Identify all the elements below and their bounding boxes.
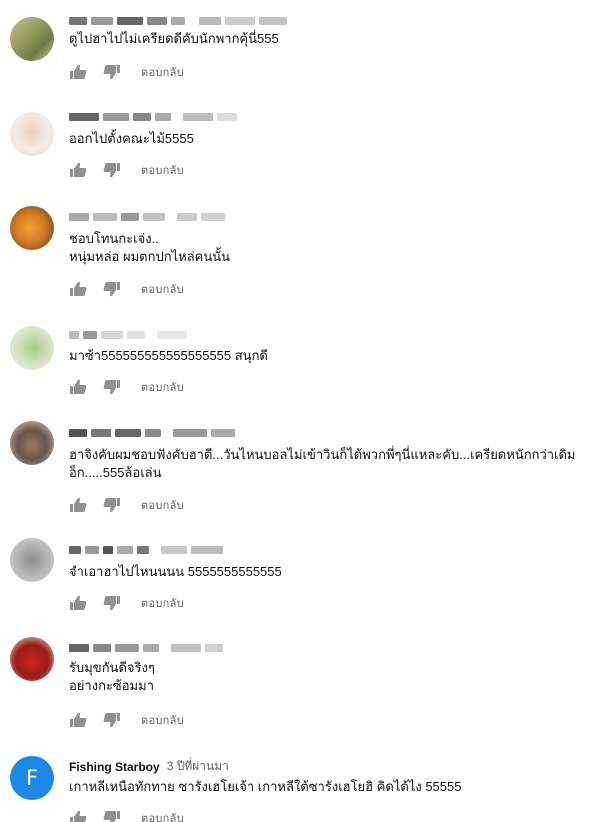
comment-actions: ตอบกลับ [69, 378, 184, 396]
thumb-down-icon[interactable] [103, 379, 121, 395]
timestamp-blurred [183, 112, 213, 121]
timestamp-blurred [171, 643, 201, 652]
comment-header [69, 639, 227, 657]
reply-button[interactable]: ตอบกลับ [141, 161, 184, 179]
avatar[interactable] [10, 538, 54, 582]
avatar[interactable] [10, 326, 54, 370]
thumb-down-icon[interactable] [103, 712, 121, 728]
comment-header [69, 424, 239, 442]
comment-line: อ็ก.....555ล้อเล่น [69, 465, 162, 480]
avatar[interactable] [10, 206, 54, 250]
thumb-down-icon[interactable] [103, 162, 121, 178]
thumb-down-icon[interactable] [103, 497, 121, 513]
reply-button[interactable]: ตอบกลับ [141, 809, 184, 822]
author-name-blurred[interactable] [69, 212, 89, 221]
comment-actions: ตอบกลับ [69, 63, 184, 81]
thumb-up-icon[interactable] [69, 64, 87, 80]
avatar[interactable] [10, 17, 54, 61]
comment-text: ดูไปฮาไปไม่เครียดดีคับนักพากคุ้นี่555 [69, 30, 279, 48]
thumb-up-icon[interactable] [69, 712, 87, 728]
comment-text: มาซ้า555555555555555555 สนุกดี [69, 347, 268, 365]
thumb-up-icon[interactable] [69, 379, 87, 395]
comment-actions: ตอบกลับ [69, 161, 184, 179]
comment-header: Fishing Starboy 3 ปีที่ผ่านมา [69, 757, 229, 775]
avatar[interactable]: F [10, 756, 54, 800]
timestamp-blurred [161, 545, 187, 554]
thumb-down-icon[interactable] [103, 595, 121, 611]
reply-button[interactable]: ตอบกลับ [141, 63, 184, 81]
comment-header [69, 12, 291, 30]
timestamp-blurred [173, 428, 207, 437]
thumb-up-icon[interactable] [69, 595, 87, 611]
comment-header [69, 541, 227, 559]
avatar[interactable] [10, 637, 54, 681]
thumb-down-icon[interactable] [103, 810, 121, 822]
comment-text: เกาหลีเหนือทักทาย ซารังเฮโยเจ้า เกาหลีใต… [69, 778, 461, 796]
comment-line: ชอบโทนกะเจ่ง.. [69, 231, 159, 246]
author-name-blurred[interactable] [69, 16, 87, 25]
comment-line: อย่างกะซ้อมมา [69, 678, 154, 693]
thumb-up-icon[interactable] [69, 810, 87, 822]
thumb-down-icon[interactable] [103, 64, 121, 80]
thumb-up-icon[interactable] [69, 281, 87, 297]
comment-actions: ตอบกลับ [69, 496, 184, 514]
timestamp-blurred [199, 16, 221, 25]
timestamp-blurred [157, 330, 187, 339]
author-name-blurred[interactable] [69, 643, 89, 652]
avatar[interactable] [10, 112, 54, 156]
author-name[interactable]: Fishing Starboy [69, 760, 160, 774]
author-name-blurred[interactable] [69, 112, 99, 121]
comment-line: มาซ้า555555555555555555 สนุกดี [69, 348, 268, 363]
reply-button[interactable]: ตอบกลับ [141, 711, 184, 729]
thumb-down-icon[interactable] [103, 281, 121, 297]
comment-text: ฮาจิงคับผมชอบฟังคับฮาดี...วันไหนบอลไม่เข… [69, 446, 576, 482]
reply-button[interactable]: ตอบกลับ [141, 496, 184, 514]
comment-actions: ตอบกลับ [69, 280, 184, 298]
comment-line: ดูไปฮาไปไม่เครียดดีคับนักพากคุ้นี่555 [69, 31, 279, 46]
comment-list: ดูไปฮาไปไม่เครียดดีคับนักพากคุ้นี่555 ตอ… [0, 0, 609, 822]
timestamp[interactable]: 3 ปีที่ผ่านมา [167, 759, 229, 773]
reply-button[interactable]: ตอบกลับ [141, 280, 184, 298]
author-name-blurred[interactable] [69, 545, 81, 554]
reply-button[interactable]: ตอบกลับ [141, 594, 184, 612]
comment-actions: ตอบกลับ [69, 809, 184, 822]
reply-button[interactable]: ตอบกลับ [141, 378, 184, 396]
comment-actions: ตอบกลับ [69, 711, 184, 729]
comment-line: รับมุขกันดีจริงๆ [69, 660, 155, 675]
author-name-blurred[interactable] [69, 330, 79, 339]
author-name-blurred[interactable] [69, 428, 87, 437]
thumb-up-icon[interactable] [69, 162, 87, 178]
comment-text: รับมุขกันดีจริงๆ อย่างกะซ้อมมา [69, 659, 155, 695]
comment-header [69, 108, 241, 126]
comment-line: เกาหลีเหนือทักทาย ซารังเฮโยเจ้า เกาหลีใต… [69, 779, 462, 794]
timestamp-blurred [177, 212, 197, 221]
comment-line: หนุ่มหล่อ ผมตกปกไหล่คนนั้น [69, 249, 231, 264]
comment-text: ออกไปตั้งคณะไม้5555 [69, 130, 194, 148]
comment-line: ออกไปตั้งคณะไม้5555 [69, 131, 194, 146]
avatar[interactable] [10, 421, 54, 465]
thumb-up-icon[interactable] [69, 497, 87, 513]
comment-line: จำเอาฮาไปไหนนนน 5555555555555 [69, 564, 282, 579]
comment-header [69, 326, 191, 344]
comment-actions: ตอบกลับ [69, 594, 184, 612]
comment-line: ฮาจิงคับผมชอบฟังคับฮาดี...วันไหนบอลไม่เข… [69, 447, 576, 462]
comment-header [69, 208, 229, 226]
comment-text: จำเอาฮาไปไหนนนน 5555555555555 [69, 563, 282, 581]
comment-text: ชอบโทนกะเจ่ง.. หนุ่มหล่อ ผมตกปกไหล่คนนั้… [69, 230, 230, 266]
